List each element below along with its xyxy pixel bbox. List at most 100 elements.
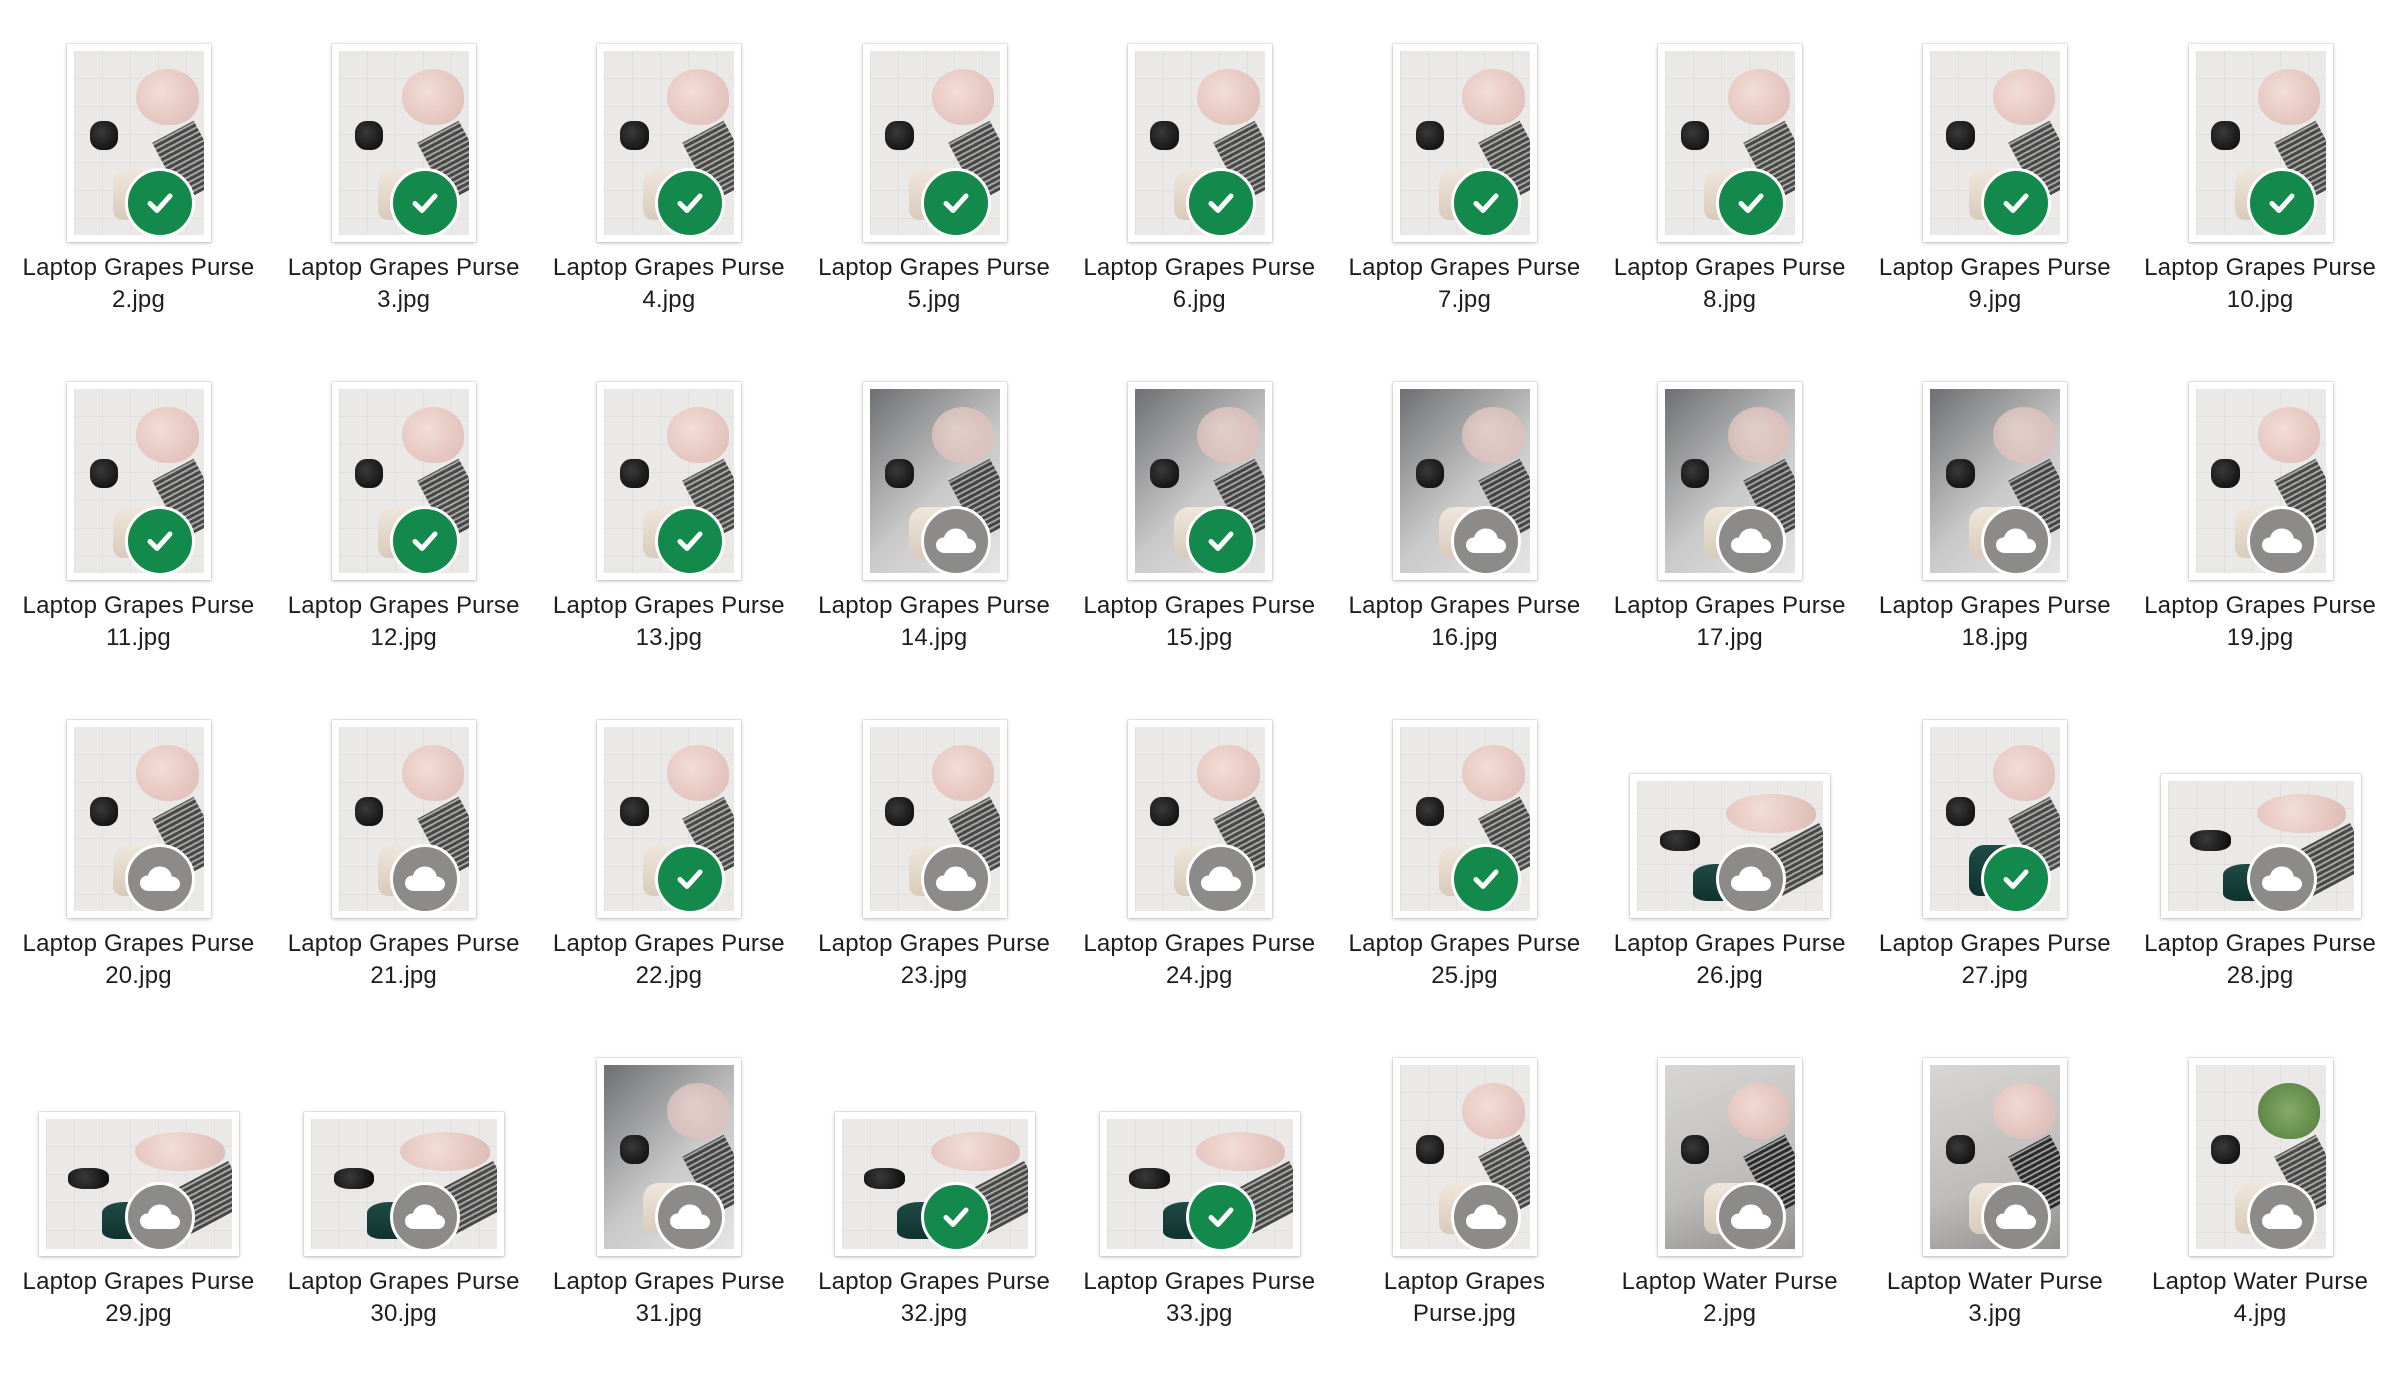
file-name[interactable]: Laptop Water Purse 4.jpg [2128,1266,2393,1330]
thumbnail-container[interactable] [536,36,801,246]
thumbnail-container[interactable] [536,712,801,922]
thumbnail-container[interactable] [1597,1050,1862,1260]
thumbnail-container[interactable] [1332,374,1597,584]
file-name[interactable]: Laptop Grapes Purse 20.jpg [6,928,271,992]
file-item[interactable]: Laptop Grapes Purse 3.jpg [271,0,536,330]
thumbnail-container[interactable] [802,1050,1067,1260]
file-item[interactable]: Laptop Grapes Purse 17.jpg [1597,338,1862,668]
file-item[interactable]: Laptop Grapes Purse 9.jpg [1862,0,2127,330]
thumbnail-container[interactable] [1067,374,1332,584]
thumbnail-container[interactable] [2128,374,2393,584]
file-name[interactable]: Laptop Grapes Purse 33.jpg [1067,1266,1332,1330]
file-item[interactable]: Laptop Grapes Purse 33.jpg [1067,1014,1332,1344]
thumbnail-container[interactable] [6,374,271,584]
file-name[interactable]: Laptop Water Purse 2.jpg [1597,1266,1862,1330]
thumbnail-container[interactable] [2128,712,2393,922]
thumbnail-container[interactable] [802,374,1067,584]
file-name[interactable]: Laptop Grapes Purse 21.jpg [271,928,536,992]
file-name[interactable]: Laptop Grapes Purse 12.jpg [271,590,536,654]
file-name[interactable]: Laptop Grapes Purse 27.jpg [1862,928,2127,992]
thumbnail-container[interactable] [271,1050,536,1260]
file-item[interactable]: Laptop Grapes Purse 6.jpg [1067,0,1332,330]
thumbnail-container[interactable] [1862,712,2127,922]
file-item[interactable]: Laptop Grapes Purse 28.jpg [2128,676,2393,1006]
thumbnail-container[interactable] [2128,36,2393,246]
thumbnail-container[interactable] [1332,712,1597,922]
file-item[interactable]: Laptop Grapes Purse 16.jpg [1332,338,1597,668]
file-name[interactable]: Laptop Grapes Purse 32.jpg [802,1266,1067,1330]
file-name[interactable]: Laptop Grapes Purse 11.jpg [6,590,271,654]
thumbnail-container[interactable] [536,374,801,584]
file-name[interactable]: Laptop Grapes Purse 6.jpg [1067,252,1332,316]
file-item[interactable]: Laptop Grapes Purse 23.jpg [802,676,1067,1006]
file-name[interactable]: Laptop Grapes Purse 4.jpg [536,252,801,316]
file-name[interactable]: Laptop Grapes Purse 25.jpg [1332,928,1597,992]
file-name[interactable]: Laptop Grapes Purse 22.jpg [536,928,801,992]
file-name[interactable]: Laptop Grapes Purse 24.jpg [1067,928,1332,992]
file-name[interactable]: Laptop Grapes Purse 30.jpg [271,1266,536,1330]
file-item[interactable]: Laptop Grapes Purse.jpg [1332,1014,1597,1344]
file-item[interactable]: Laptop Grapes Purse 26.jpg [1597,676,1862,1006]
file-item[interactable]: Laptop Grapes Purse 7.jpg [1332,0,1597,330]
file-name[interactable]: Laptop Grapes Purse 7.jpg [1332,252,1597,316]
file-item[interactable]: Laptop Grapes Purse 12.jpg [271,338,536,668]
file-item[interactable]: Laptop Grapes Purse 27.jpg [1862,676,2127,1006]
thumbnail-container[interactable] [1597,36,1862,246]
thumbnail-container[interactable] [1332,1050,1597,1260]
thumbnail-container[interactable] [1597,712,1862,922]
thumbnail-container[interactable] [1597,374,1862,584]
thumbnail-container[interactable] [6,36,271,246]
file-item[interactable]: Laptop Grapes Purse 2.jpg [6,0,271,330]
thumbnail-container[interactable] [1862,36,2127,246]
file-item[interactable]: Laptop Water Purse 4.jpg [2128,1014,2393,1344]
thumbnail-container[interactable] [271,36,536,246]
file-item[interactable]: Laptop Grapes Purse 25.jpg [1332,676,1597,1006]
file-name[interactable]: Laptop Grapes Purse 8.jpg [1597,252,1862,316]
file-name[interactable]: Laptop Grapes Purse 5.jpg [802,252,1067,316]
thumbnail-container[interactable] [536,1050,801,1260]
file-item[interactable]: Laptop Grapes Purse 31.jpg [536,1014,801,1344]
file-item[interactable]: Laptop Grapes Purse 20.jpg [6,676,271,1006]
file-name[interactable]: Laptop Grapes Purse 28.jpg [2128,928,2393,992]
file-name[interactable]: Laptop Grapes Purse 17.jpg [1597,590,1862,654]
file-name[interactable]: Laptop Grapes Purse 29.jpg [6,1266,271,1330]
file-item[interactable]: Laptop Grapes Purse 8.jpg [1597,0,1862,330]
file-name[interactable]: Laptop Grapes Purse 31.jpg [536,1266,801,1330]
file-name[interactable]: Laptop Grapes Purse 15.jpg [1067,590,1332,654]
file-name[interactable]: Laptop Grapes Purse 10.jpg [2128,252,2393,316]
file-item[interactable]: Laptop Grapes Purse 13.jpg [536,338,801,668]
thumbnail-container[interactable] [6,1050,271,1260]
file-name[interactable]: Laptop Grapes Purse 23.jpg [802,928,1067,992]
thumbnail-container[interactable] [1862,374,2127,584]
thumbnail-container[interactable] [2128,1050,2393,1260]
file-name[interactable]: Laptop Grapes Purse 14.jpg [802,590,1067,654]
file-name[interactable]: Laptop Grapes Purse 19.jpg [2128,590,2393,654]
thumbnail-container[interactable] [1067,1050,1332,1260]
file-name[interactable]: Laptop Grapes Purse 9.jpg [1862,252,2127,316]
file-name[interactable]: Laptop Grapes Purse 26.jpg [1597,928,1862,992]
file-item[interactable]: Laptop Grapes Purse 29.jpg [6,1014,271,1344]
thumbnail-container[interactable] [1332,36,1597,246]
file-item[interactable]: Laptop Water Purse 3.jpg [1862,1014,2127,1344]
file-item[interactable]: Laptop Grapes Purse 21.jpg [271,676,536,1006]
file-item[interactable]: Laptop Grapes Purse 32.jpg [802,1014,1067,1344]
file-item[interactable]: Laptop Water Purse 2.jpg [1597,1014,1862,1344]
file-name[interactable]: Laptop Grapes Purse.jpg [1332,1266,1597,1330]
thumbnail-container[interactable] [271,374,536,584]
thumbnail-container[interactable] [802,712,1067,922]
file-item[interactable]: Laptop Grapes Purse 14.jpg [802,338,1067,668]
file-item[interactable]: Laptop Grapes Purse 15.jpg [1067,338,1332,668]
file-item[interactable]: Laptop Grapes Purse 4.jpg [536,0,801,330]
file-name[interactable]: Laptop Grapes Purse 2.jpg [6,252,271,316]
file-name[interactable]: Laptop Grapes Purse 3.jpg [271,252,536,316]
file-name[interactable]: Laptop Grapes Purse 13.jpg [536,590,801,654]
thumbnail-container[interactable] [1067,36,1332,246]
thumbnail-container[interactable] [1067,712,1332,922]
file-item[interactable]: Laptop Grapes Purse 10.jpg [2128,0,2393,330]
file-item[interactable]: Laptop Grapes Purse 30.jpg [271,1014,536,1344]
thumbnail-container[interactable] [802,36,1067,246]
file-item[interactable]: Laptop Grapes Purse 11.jpg [6,338,271,668]
file-item[interactable]: Laptop Grapes Purse 18.jpg [1862,338,2127,668]
thumbnail-container[interactable] [271,712,536,922]
file-item[interactable]: Laptop Grapes Purse 24.jpg [1067,676,1332,1006]
